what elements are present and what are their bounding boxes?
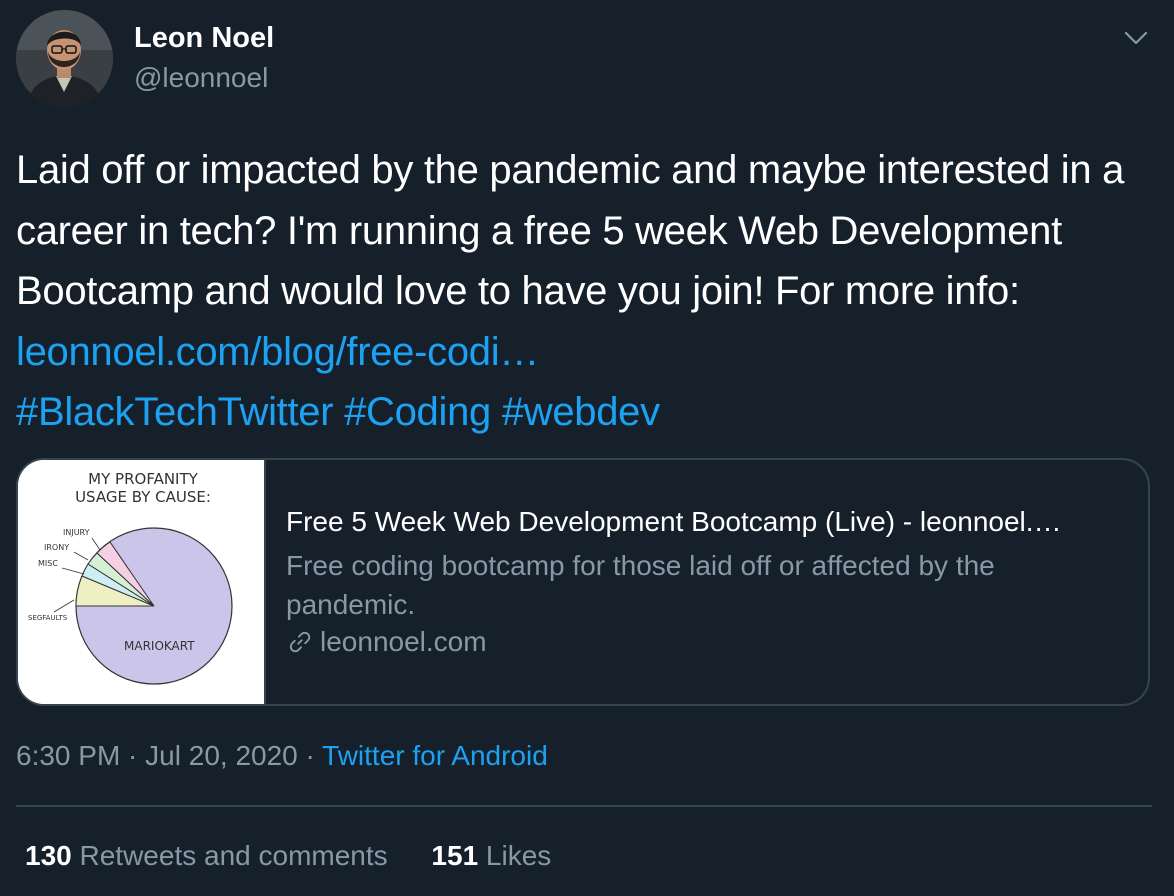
link-preview-card[interactable]: MY PROFANITY USAGE BY CAUSE: INJURY IRON… (16, 458, 1150, 706)
label-segfaults: SEGFAULTS (28, 614, 68, 622)
comic-title-line1: MY PROFANITY (88, 470, 198, 488)
tweet-source[interactable]: Twitter for Android (322, 740, 548, 771)
tweet: Leon Noel @leonnoel Laid off or impacted… (0, 0, 1174, 896)
tweet-text: Laid off or impacted by the pandemic and… (16, 140, 1166, 443)
hashtag-link[interactable]: #webdev (502, 390, 660, 434)
card-domain-text: leonnoel.com (320, 626, 487, 657)
label-misc: MISC (38, 559, 58, 568)
card-image: MY PROFANITY USAGE BY CAUSE: INJURY IRON… (18, 460, 266, 704)
likes-label: Likes (485, 840, 552, 871)
tweet-body: Laid off or impacted by the pandemic and… (16, 148, 1125, 313)
label-injury: INJURY (63, 528, 90, 537)
divider (16, 805, 1152, 807)
card-title[interactable]: Free 5 Week Web Development Bootcamp (Li… (286, 506, 1136, 538)
link-icon (289, 631, 311, 653)
meta-separator: · (120, 740, 146, 771)
hashtag-link[interactable]: #Coding (344, 390, 491, 434)
tweet-stats: 130 Retweets and comments 151 Likes (25, 840, 551, 872)
label-irony: IRONY (44, 543, 69, 552)
hashtag-link[interactable]: #BlackTechTwitter (16, 390, 334, 434)
author-name[interactable]: Leon Noel (134, 22, 274, 55)
tweet-time[interactable]: 6:30 PM (16, 740, 120, 771)
card-description: Free coding bootcamp for those laid off … (286, 550, 995, 620)
tweet-date[interactable]: Jul 20, 2020 (145, 740, 298, 771)
retweets-stat[interactable]: 130 Retweets and comments (25, 840, 388, 872)
likes-stat[interactable]: 151 Likes (431, 840, 551, 872)
card-domain[interactable]: leonnoel.com (286, 626, 487, 658)
tweet-link[interactable]: leonnoel.com/blog/free-codi… (16, 330, 539, 374)
likes-count: 151 (431, 840, 479, 871)
retweets-count: 130 (25, 840, 72, 871)
tweet-meta: 6:30 PM · Jul 20, 2020 · Twitter for And… (16, 740, 548, 772)
retweets-label: Retweets and comments (79, 840, 388, 871)
chevron-down-icon (1124, 31, 1148, 45)
author-handle[interactable]: @leonnoel (134, 62, 268, 94)
label-mariokart: MARIOKART (124, 639, 195, 653)
avatar-photo (16, 10, 113, 107)
avatar[interactable] (16, 10, 113, 107)
more-options-button[interactable] (1118, 20, 1154, 56)
comic-title-line2: USAGE BY CAUSE: (75, 488, 211, 506)
pie-chart-comic: MY PROFANITY USAGE BY CAUSE: INJURY IRON… (18, 460, 264, 704)
meta-separator: · (297, 740, 323, 771)
